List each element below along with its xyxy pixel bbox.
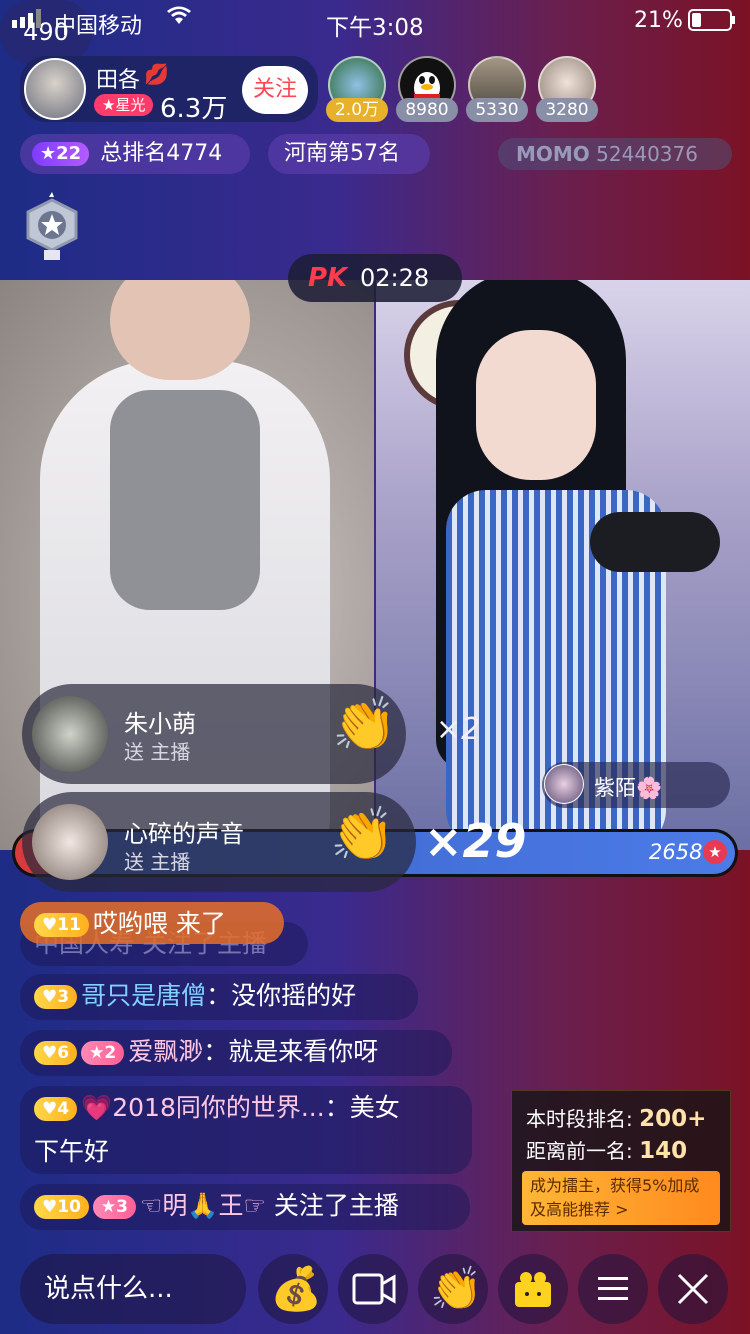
opponent-face <box>476 330 596 480</box>
opponent-tag[interactable]: 紫陌🌸 <box>542 762 730 808</box>
clap-gift-icon: 👏 <box>330 805 395 865</box>
viewer-count: 5330 <box>466 98 528 122</box>
opponent-avatar <box>544 764 584 804</box>
chat-username[interactable]: ☜明🙏王☞ <box>140 1191 266 1220</box>
chat-level-badge: ♥3 <box>34 985 78 1009</box>
chat-input[interactable]: 说点什么... <box>20 1254 246 1324</box>
chat-sep: ： <box>206 981 232 1010</box>
pk-logo: PK <box>308 263 348 293</box>
total-rank: 总排名4774 <box>100 141 223 166</box>
gift-notice: 心碎的声音 送 主播 👏 <box>22 792 416 892</box>
level-badge: ★星光 <box>94 94 154 116</box>
chat-level-badge: ♥11 <box>34 913 89 937</box>
medal-icon[interactable] <box>20 192 84 268</box>
host-face <box>110 280 250 380</box>
level-tag: 星光 <box>115 96 146 114</box>
chat-text: 哎哟喂 来了 <box>92 909 226 938</box>
pk-countdown: 02:28 <box>360 264 430 292</box>
gift-multiplier: ×29 <box>424 814 527 868</box>
rank-line1-value: 200+ <box>639 1106 707 1132</box>
menu-icon[interactable] <box>578 1254 648 1324</box>
become-leader-button[interactable]: 成为擂主，获得5%加成及高能推荐 > <box>522 1171 720 1225</box>
region-rank: 河南第57名 <box>284 141 400 166</box>
host-top <box>110 390 260 610</box>
region-rank-pill[interactable]: 河南第57名 <box>268 134 430 174</box>
clap-icon[interactable]: 👏 <box>418 1254 488 1324</box>
rank-card[interactable]: 本时段排名: 200+ 距离前一名: 140 成为擂主，获得5%加成及高能推荐 … <box>511 1090 731 1232</box>
chat-sep: ： <box>203 1037 229 1066</box>
chat-level-badge: ♥4 <box>34 1097 78 1121</box>
chat-vip-badge: ★2 <box>81 1041 125 1065</box>
gift-sender-name: 心碎的声音 <box>124 820 244 848</box>
chat-level: 10 <box>57 1197 81 1217</box>
signal-icon <box>12 8 48 34</box>
chat-username[interactable]: 爱飘渺 <box>128 1037 203 1066</box>
rank-line1: 本时段排名: 200+ <box>526 1103 706 1132</box>
viewer-count: 3280 <box>536 98 598 122</box>
gift-sender-avatar <box>32 696 108 772</box>
clock: 下午3:08 <box>326 15 424 41</box>
gift-action: 送 主播 <box>124 850 191 874</box>
rank-line2: 距离前一名: 140 <box>526 1135 687 1164</box>
anchor-name: 田各 <box>96 68 141 93</box>
video-camera-icon[interactable] <box>338 1254 408 1324</box>
chat-line[interactable]: ♥3 哥只是唐僧：没你摇的好 <box>20 974 418 1020</box>
chat-vip-level: 2 <box>104 1043 117 1063</box>
momo-logo: MOMO <box>516 142 590 166</box>
score-right-value: 2658 <box>649 840 703 864</box>
gift-box-icon[interactable] <box>498 1254 568 1324</box>
total-rank-pill[interactable]: ★22 总排名4774 <box>20 134 250 174</box>
clap-gift-icon: 👏 <box>332 695 397 755</box>
chat-line[interactable]: ♥4 💗2018同你的世界...：美女下午好 <box>20 1086 472 1174</box>
rank-line2-label: 距离前一名: <box>526 1139 633 1163</box>
viewer-count: 2.0万 <box>326 98 388 122</box>
user-level: 22 <box>56 143 82 164</box>
chat-level-badge: ♥10 <box>34 1195 89 1219</box>
microphone <box>590 512 720 572</box>
status-bar: 中国移动 下午3:08 21% <box>0 0 750 41</box>
user-level-badge: ★22 <box>32 142 90 166</box>
chat-line[interactable]: ♥6 ★2 爱飘渺：就是来看你呀 <box>20 1030 452 1076</box>
chat-level: 11 <box>57 915 81 935</box>
close-icon[interactable] <box>658 1254 728 1324</box>
chat-username[interactable]: 哥只是唐僧 <box>81 981 206 1010</box>
chat-vip-badge: ★3 <box>92 1195 137 1219</box>
gift-sender-avatar <box>32 804 108 880</box>
chat-level-badge: ♥6 <box>34 1041 78 1065</box>
momo-id: 52440376 <box>596 142 698 166</box>
battery-icon <box>688 9 736 37</box>
rank-line2-value: 140 <box>639 1138 688 1164</box>
chat-text: 没你摇的好 <box>231 981 357 1010</box>
rank-line1-label: 本时段排名: <box>526 1107 633 1131</box>
star-icon: ★ <box>703 840 727 864</box>
pk-timer: PK 02:28 <box>288 254 462 302</box>
chat-username[interactable]: 💗2018同你的世界... <box>81 1093 325 1122</box>
gift-action: 送 主播 <box>124 740 191 764</box>
opponent-name: 紫陌🌸 <box>594 776 663 800</box>
gift-multiplier: ×2 <box>436 712 481 747</box>
chat-line[interactable]: ♥10 ★3 ☜明🙏王☞ 关注了主播 <box>20 1184 470 1230</box>
follower-count: 6.3万 <box>160 94 228 124</box>
gift-notice: 朱小萌 送 主播 👏 <box>22 684 406 784</box>
carrier-label: 中国移动 <box>54 14 143 39</box>
chat-vip-level: 3 <box>116 1197 129 1217</box>
follow-button[interactable]: 关注 <box>242 66 308 114</box>
chat-text: 关注了主播 <box>265 1191 399 1220</box>
chat-text: 美女 <box>349 1093 400 1122</box>
viewer-count: 8980 <box>396 98 458 122</box>
wifi-icon <box>166 6 192 32</box>
fortune-bag-icon[interactable]: 💰 <box>258 1254 328 1324</box>
chat-line[interactable]: ♥11 哎哟喂 来了 <box>20 902 284 944</box>
anchor-avatar[interactable] <box>24 58 86 120</box>
gift-sender-name: 朱小萌 <box>124 710 196 738</box>
lips-icon: 💋 <box>144 62 169 86</box>
momo-id-label: MOMO 52440376 <box>498 138 732 170</box>
chat-level: 3 <box>57 987 70 1007</box>
chat-level: 4 <box>57 1099 70 1119</box>
chat-text: 就是来看你呀 <box>228 1037 379 1066</box>
battery-percent: 21% <box>634 8 683 33</box>
chat-text-cont: 下午好 <box>34 1137 110 1166</box>
chat-level: 6 <box>57 1043 70 1063</box>
chat-sep: ： <box>324 1093 350 1122</box>
